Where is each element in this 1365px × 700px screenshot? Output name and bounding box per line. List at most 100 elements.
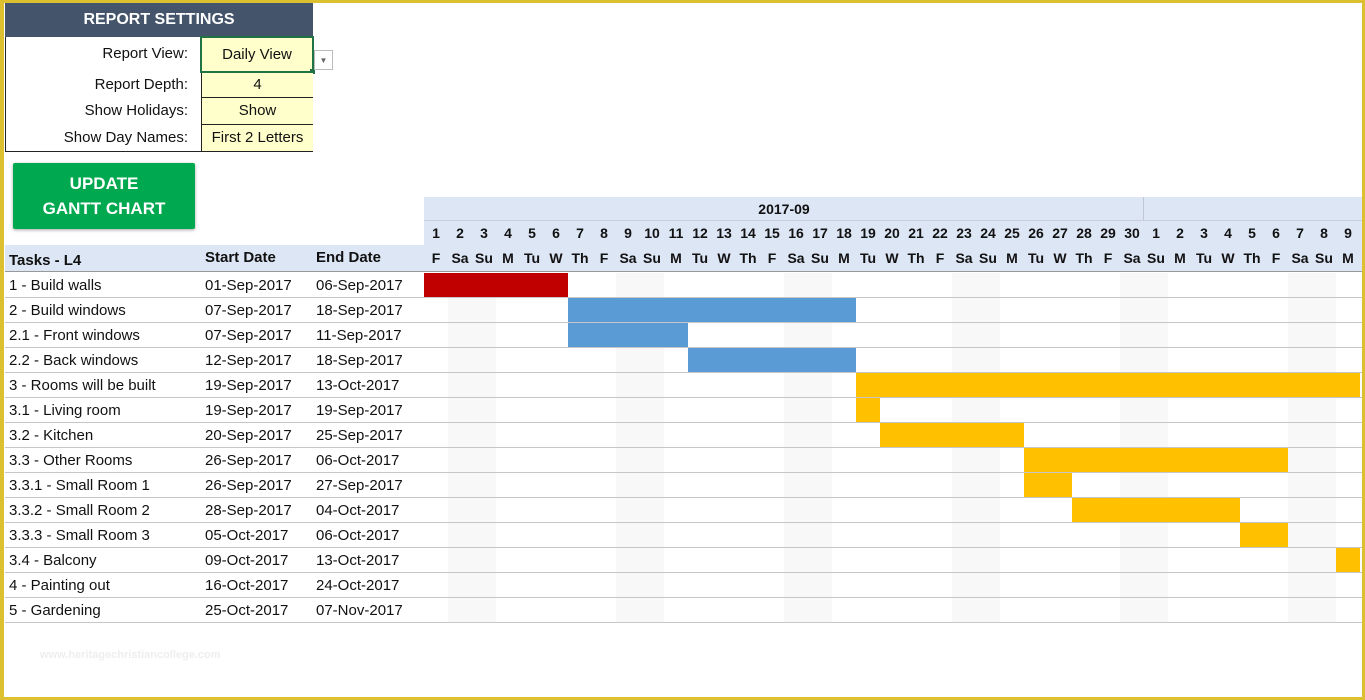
show-day-names-label: Show Day Names: <box>63 129 188 146</box>
task-end-date: 18-Sep-2017 <box>316 302 403 319</box>
day-name: F <box>1271 250 1281 266</box>
task-start-date: 19-Sep-2017 <box>205 402 292 419</box>
day-name: Su <box>475 250 493 266</box>
task-row[interactable]: 3.3 - Other Rooms 26-Sep-2017 06-Oct-2017 <box>5 448 1362 473</box>
day-name: Su <box>1147 250 1165 266</box>
task-name: 3.2 - Kitchen <box>9 427 94 444</box>
day-name: M <box>1174 250 1186 266</box>
task-row[interactable]: 3.1 - Living room 19-Sep-2017 19-Sep-2017 <box>5 398 1362 423</box>
task-row[interactable]: 2.2 - Back windows 12-Sep-2017 18-Sep-2017 <box>5 348 1362 373</box>
gantt-bar[interactable] <box>688 348 856 372</box>
report-settings-title: REPORT SETTINGS <box>5 3 313 37</box>
gantt-bar[interactable] <box>568 323 688 347</box>
task-end-date: 24-Oct-2017 <box>316 577 400 594</box>
task-row[interactable]: 3.4 - Balcony 09-Oct-2017 13-Oct-2017 <box>5 548 1362 573</box>
day-number: 15 <box>764 225 780 241</box>
chevron-down-icon: ▼ <box>319 55 328 65</box>
day-name: Th <box>739 250 757 266</box>
day-number: 26 <box>1028 225 1044 241</box>
task-table-header: Tasks - L4 Start Date End Date <box>5 245 424 272</box>
day-name: Su <box>1315 250 1333 266</box>
day-number: 8 <box>600 225 608 241</box>
day-number: 12 <box>692 225 708 241</box>
report-view-select[interactable]: Daily View <box>200 36 314 73</box>
day-number: 7 <box>576 225 584 241</box>
day-name: F <box>1103 250 1113 266</box>
gantt-bar[interactable] <box>856 373 1360 397</box>
task-start-date: 09-Oct-2017 <box>205 552 289 569</box>
day-number: 23 <box>956 225 972 241</box>
show-holidays-select[interactable]: Show <box>201 98 313 125</box>
task-name: 4 - Painting out <box>9 577 110 594</box>
report-depth-input[interactable]: 4 <box>201 73 313 98</box>
day-number: 11 <box>668 225 684 241</box>
day-name: M <box>670 250 682 266</box>
task-name: 3.3.3 - Small Room 3 <box>9 527 150 544</box>
task-end-date: 06-Sep-2017 <box>316 277 403 294</box>
gantt-day-name-header: F Sa Su M Tu W Th F Sa Su M Tu W Th F Sa Su M Tu W Th F Sa Su M T… <box>424 245 1362 272</box>
task-row[interactable]: 1 - Build walls 01-Sep-2017 06-Sep-2017 <box>5 273 1362 298</box>
report-view-label: Report View: <box>102 45 188 62</box>
task-end-date: 18-Sep-2017 <box>316 352 403 369</box>
update-button-line1: UPDATE <box>69 174 139 193</box>
day-name: Sa <box>619 250 637 266</box>
gantt-bar[interactable] <box>568 298 856 322</box>
gantt-day-number-header: 1 2 3 4 5 6 7 8 9 10 11 12 13 14 15 16 17 18 19 20 21 22 23 24 2… <box>424 221 1362 245</box>
day-number: 22 <box>932 225 948 241</box>
show-holidays-label: Show Holidays: <box>84 102 188 119</box>
update-gantt-chart-button[interactable]: UPDATE GANTT CHART <box>13 163 195 229</box>
task-name: 3.3 - Other Rooms <box>9 452 133 469</box>
report-depth-label: Report Depth: <box>94 76 188 93</box>
task-row[interactable]: 5 - Gardening 25-Oct-2017 07-Nov-2017 <box>5 598 1362 623</box>
task-row[interactable]: 3.3.1 - Small Room 1 26-Sep-2017 27-Sep-20… <box>5 473 1362 498</box>
gantt-bar[interactable] <box>880 423 1024 447</box>
task-row[interactable]: 3.3.2 - Small Room 2 28-Sep-2017 04-Oct-20… <box>5 498 1362 523</box>
update-button-line2: GANTT CHART <box>42 199 166 218</box>
day-number: 13 <box>716 225 732 241</box>
day-number: 9 <box>1344 225 1352 241</box>
task-start-date: 12-Sep-2017 <box>205 352 292 369</box>
day-name: Th <box>1075 250 1093 266</box>
task-row[interactable]: 2.1 - Front windows 07-Sep-2017 11-Sep-201… <box>5 323 1362 348</box>
task-end-date: 27-Sep-2017 <box>316 477 403 494</box>
start-date-column-header: Start Date <box>205 249 276 266</box>
report-view-dropdown-button[interactable]: ▼ <box>314 50 333 70</box>
day-name: Th <box>1243 250 1261 266</box>
day-number: 2 <box>456 225 464 241</box>
task-end-date: 04-Oct-2017 <box>316 502 400 519</box>
task-start-date: 20-Sep-2017 <box>205 427 292 444</box>
task-end-date: 25-Sep-2017 <box>316 427 403 444</box>
task-name: 3.1 - Living room <box>9 402 121 419</box>
gantt-bar[interactable] <box>1336 548 1360 572</box>
task-start-date: 07-Sep-2017 <box>205 327 292 344</box>
task-row[interactable]: 3.3.3 - Small Room 3 05-Oct-2017 06-Oct-20… <box>5 523 1362 548</box>
task-start-date: 26-Sep-2017 <box>205 477 292 494</box>
day-number: 28 <box>1076 225 1092 241</box>
gantt-bar[interactable] <box>856 398 880 422</box>
gantt-bar[interactable] <box>1240 523 1288 547</box>
day-name: Tu <box>859 250 877 266</box>
task-end-date: 19-Sep-2017 <box>316 402 403 419</box>
task-row[interactable]: 3 - Rooms will be built 19-Sep-2017 13-Oct… <box>5 373 1362 398</box>
task-end-date: 11-Sep-2017 <box>316 327 402 344</box>
task-row[interactable]: 3.2 - Kitchen 20-Sep-2017 25-Sep-2017 <box>5 423 1362 448</box>
task-row[interactable]: 2 - Build windows 07-Sep-2017 18-Sep-2017 <box>5 298 1362 323</box>
show-day-names-select[interactable]: First 2 Letters <box>201 125 313 152</box>
day-name: Tu <box>1195 250 1213 266</box>
task-start-date: 25-Oct-2017 <box>205 602 289 619</box>
task-row[interactable]: 4 - Painting out 16-Oct-2017 24-Oct-2017 <box>5 573 1362 598</box>
task-name: 3 - Rooms will be built <box>9 377 156 394</box>
day-number: 9 <box>624 225 632 241</box>
day-number: 1 <box>1152 225 1160 241</box>
gantt-bar[interactable] <box>1072 498 1240 522</box>
gantt-bar[interactable] <box>1024 473 1072 497</box>
task-start-date: 19-Sep-2017 <box>205 377 292 394</box>
day-name: F <box>767 250 777 266</box>
gantt-bar[interactable] <box>1024 448 1288 472</box>
day-number: 30 <box>1124 225 1140 241</box>
gantt-bar[interactable] <box>424 273 568 297</box>
day-name: Tu <box>523 250 541 266</box>
task-start-date: 16-Oct-2017 <box>205 577 289 594</box>
task-name: 3.4 - Balcony <box>9 552 97 569</box>
day-number: 25 <box>1004 225 1020 241</box>
